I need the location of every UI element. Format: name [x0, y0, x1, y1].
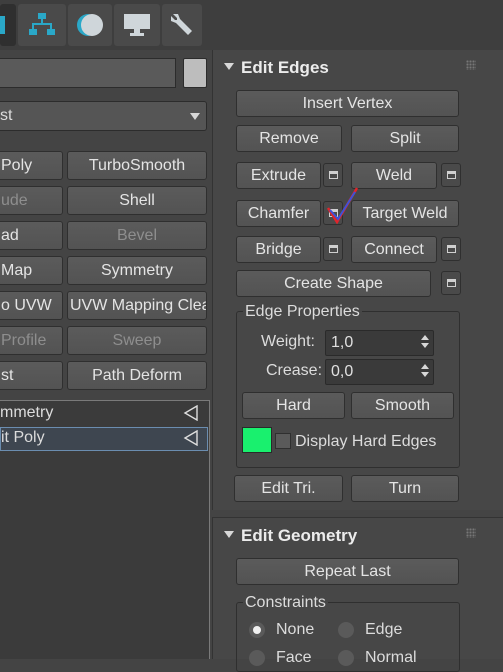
tab-utilities[interactable]: [162, 4, 202, 46]
bridge-button[interactable]: Bridge: [236, 236, 321, 263]
bridge-settings-button[interactable]: [323, 237, 343, 261]
connect-button[interactable]: Connect: [351, 236, 437, 263]
object-color-swatch[interactable]: [183, 58, 207, 88]
modifier-list-dropdown[interactable]: st: [0, 101, 207, 131]
tab-display[interactable]: [114, 4, 160, 46]
modifier-button-shell[interactable]: Shell: [67, 186, 207, 215]
repeat-last-button[interactable]: Repeat Last: [236, 558, 459, 585]
crease-spinner[interactable]: 0,0: [325, 359, 434, 385]
settings-icon: [328, 245, 338, 253]
settings-icon: [446, 171, 456, 179]
create-tab[interactable]: [0, 4, 16, 46]
constraints-group: Constraints None Edge Face Normal: [236, 594, 460, 672]
hard-edge-color-swatch[interactable]: [242, 427, 272, 453]
spinner-arrows-icon[interactable]: [421, 334, 429, 352]
hard-button[interactable]: Hard: [242, 392, 345, 419]
wrench-icon: [171, 14, 192, 35]
connect-settings-button[interactable]: [441, 237, 461, 261]
crease-value: 0,0: [331, 363, 354, 380]
modifier-button-list[interactable]: st: [0, 361, 63, 390]
command-panel-tabs: [0, 0, 503, 50]
modifier-button-turbosmooth[interactable]: TurboSmooth: [67, 151, 207, 180]
hierarchy-icon: [29, 13, 55, 35]
modifier-button-profile[interactable]: Profile: [0, 326, 63, 355]
modifier-panel: st Poly TurboSmooth ude Shell ad Bevel M…: [0, 50, 210, 659]
constraint-edge-radio[interactable]: [338, 622, 354, 638]
collapse-icon[interactable]: [224, 531, 234, 538]
chevron-down-icon: [190, 113, 200, 120]
chamfer-button[interactable]: Chamfer: [236, 200, 321, 227]
weight-value: 1,0: [331, 334, 354, 351]
weld-settings-button[interactable]: [441, 163, 461, 187]
weight-label: Weight:: [261, 333, 315, 350]
tab-motion[interactable]: [68, 4, 112, 46]
drag-grip-icon[interactable]: [466, 60, 476, 70]
object-name-field[interactable]: [0, 58, 176, 88]
stack-item-label: mmetry: [0, 404, 54, 421]
create-shape-button[interactable]: Create Shape: [236, 270, 431, 297]
rollout-title: Edit Geometry: [241, 526, 358, 545]
modifier-button-symmetry[interactable]: Symmetry: [67, 256, 207, 285]
settings-icon: [446, 245, 456, 253]
spinner-arrows-icon[interactable]: [421, 363, 429, 381]
remove-button[interactable]: Remove: [236, 125, 342, 152]
collapse-icon[interactable]: [224, 63, 234, 70]
insert-vertex-button[interactable]: Insert Vertex: [236, 90, 459, 117]
stack-item-label: it Poly: [1, 429, 45, 446]
modifier-button-bevel[interactable]: Bevel: [67, 221, 207, 250]
constraint-none-label: None: [276, 621, 315, 638]
smooth-button[interactable]: Smooth: [351, 392, 454, 419]
modifier-stack: mmetry it Poly: [0, 400, 210, 659]
settings-icon: [446, 279, 456, 287]
visibility-triangle-icon[interactable]: [183, 430, 199, 446]
edit-geometry-rollout: Edit Geometry Repeat Last Constraints No…: [212, 517, 503, 672]
crease-label: Crease:: [266, 362, 323, 379]
constraint-edge-label: Edge: [365, 621, 403, 638]
group-title: Constraints: [243, 594, 328, 612]
edge-properties-group: Edge Properties Weight: 1,0 Crease: 0,0 …: [236, 303, 460, 468]
create-shape-settings-button[interactable]: [441, 271, 461, 295]
modifier-button-poly[interactable]: Poly: [0, 151, 63, 180]
modifier-button-uvw[interactable]: o UVW: [0, 291, 63, 320]
edit-edges-rollout: Edit Edges Insert Vertex Remove Split Ex…: [212, 50, 503, 510]
turn-button[interactable]: Turn: [351, 475, 459, 502]
constraint-face-radio[interactable]: [249, 650, 265, 666]
modifier-button-sweep[interactable]: Sweep: [67, 326, 207, 355]
extrude-button[interactable]: Extrude: [236, 162, 321, 189]
modifier-button-path-deform[interactable]: Path Deform: [67, 361, 207, 390]
modifier-button-uvw-mapping-clear[interactable]: UVW Mapping Clear: [67, 291, 207, 320]
constraint-normal-label: Normal: [365, 649, 417, 666]
monitor-icon: [124, 14, 150, 36]
rollout-title: Edit Edges: [241, 58, 329, 77]
target-weld-button[interactable]: Target Weld: [351, 200, 459, 227]
group-title: Edge Properties: [243, 303, 362, 321]
drag-grip-icon[interactable]: [466, 528, 476, 538]
modifier-button-extrude[interactable]: ude: [0, 186, 63, 215]
motion-icon: [77, 14, 103, 36]
weight-spinner[interactable]: 1,0: [325, 330, 434, 356]
modifier-button-pad[interactable]: ad: [0, 221, 63, 250]
edit-tri-button[interactable]: Edit Tri.: [234, 475, 343, 502]
extrude-settings-button[interactable]: [323, 163, 343, 187]
constraint-none-radio[interactable]: [249, 622, 265, 638]
stack-item-edit-poly[interactable]: it Poly: [0, 427, 208, 451]
weld-button[interactable]: Weld: [351, 162, 437, 189]
display-hard-edges-checkbox[interactable]: [275, 433, 291, 449]
visibility-triangle-icon[interactable]: [183, 405, 199, 421]
modifier-list-value: st: [0, 107, 13, 124]
stack-item-symmetry[interactable]: mmetry: [0, 402, 208, 426]
display-hard-edges-label: Display Hard Edges: [295, 433, 437, 450]
tab-hierarchy[interactable]: [18, 4, 66, 46]
constraint-face-label: Face: [276, 649, 312, 666]
tab-marker-icon: [0, 16, 5, 34]
settings-icon: [328, 171, 338, 179]
modifier-button-map[interactable]: Map: [0, 256, 63, 285]
constraint-normal-radio[interactable]: [338, 650, 354, 666]
split-button[interactable]: Split: [351, 125, 459, 152]
